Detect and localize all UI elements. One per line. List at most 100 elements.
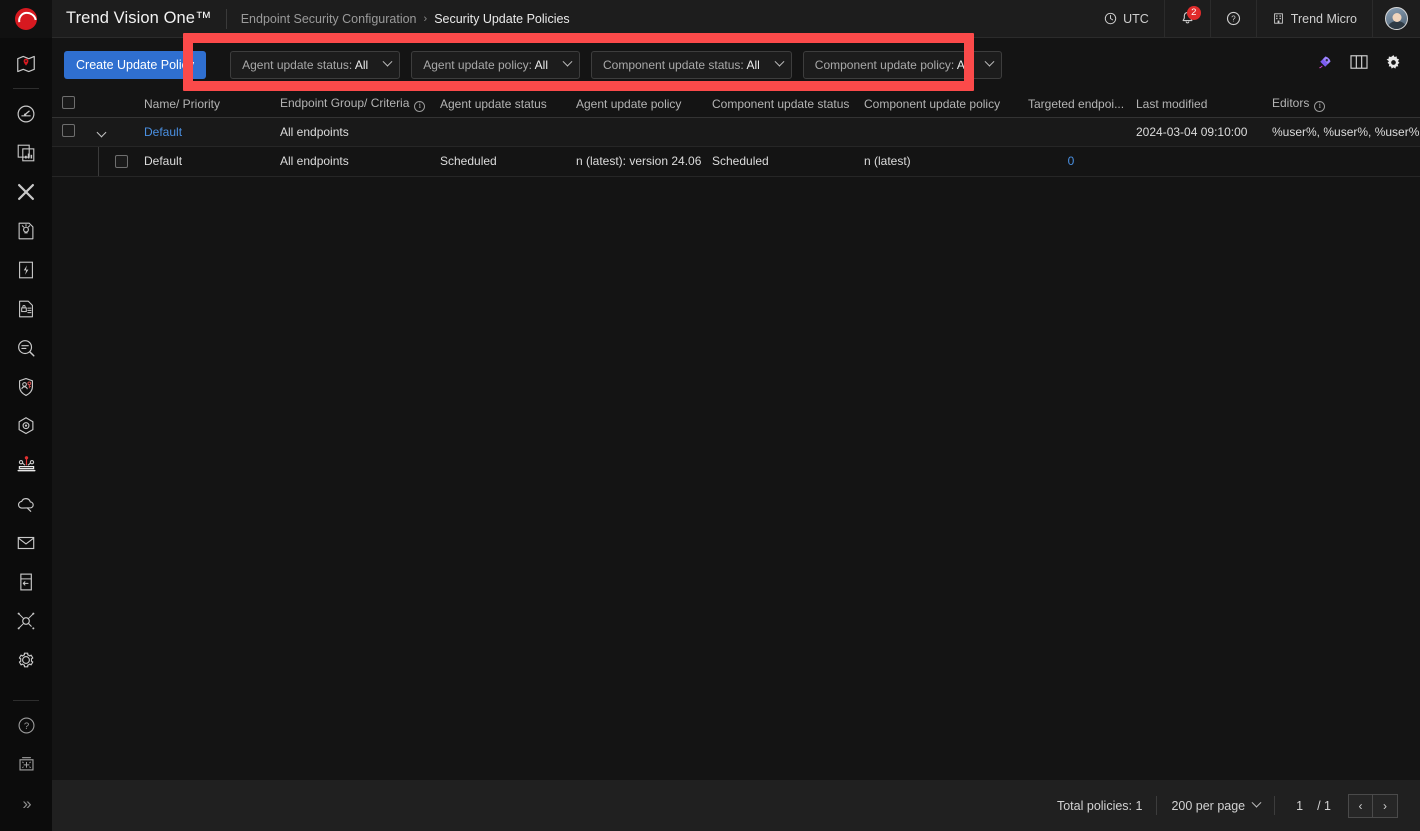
gear-icon	[1385, 54, 1402, 71]
filter-agent-update-policy-value: All	[535, 58, 548, 72]
endpoint-security-icon	[15, 453, 38, 476]
sidebar-item-search[interactable]	[0, 328, 52, 367]
organization-button[interactable]: Trend Micro	[1256, 0, 1372, 38]
customize-columns-button[interactable]	[1350, 54, 1368, 75]
logo-cell[interactable]	[0, 0, 52, 38]
cell-targeted-endpoints	[1028, 117, 1136, 146]
whats-new-button[interactable]	[1316, 54, 1333, 76]
policy-name-link[interactable]: Default	[134, 125, 182, 139]
sidebar-item-network-security[interactable]	[0, 601, 52, 640]
total-policies-label: Total policies: 1	[1057, 799, 1142, 813]
filter-component-update-status[interactable]: Component update status: All	[591, 51, 792, 79]
sidebar-item-mobile-security[interactable]	[0, 562, 52, 601]
filter-agent-update-policy-text: Agent update policy: All	[423, 58, 548, 72]
row-checkbox[interactable]	[115, 155, 128, 168]
sidebar-item-reports[interactable]	[0, 133, 52, 172]
breadcrumb-separator: ›	[424, 13, 428, 25]
toolbar-actions	[1316, 54, 1408, 76]
sidebar-bottom-group: ? ››	[0, 695, 52, 831]
sidebar-item-workflow-automation[interactable]	[0, 250, 52, 289]
select-all-checkbox[interactable]	[62, 96, 75, 109]
per-page-selector[interactable]: 200 per page	[1171, 799, 1260, 813]
header-expander	[98, 91, 134, 117]
sidebar-item-identity-security[interactable]	[0, 367, 52, 406]
table-settings-button[interactable]	[1385, 54, 1402, 76]
previous-page-button[interactable]: ‹	[1348, 794, 1373, 818]
sidebar-expand-button[interactable]: ››	[0, 784, 52, 823]
columns-icon	[1350, 54, 1368, 70]
xdr-icon	[15, 181, 37, 203]
breadcrumb-parent[interactable]: Endpoint Security Configuration	[241, 12, 417, 26]
header-agent-update-status[interactable]: Agent update status	[440, 91, 576, 117]
header-targeted-endpoints[interactable]: Targeted endpoi...	[1028, 91, 1136, 117]
sidebar-item-endpoint-security[interactable]	[0, 445, 52, 484]
row-select-cell	[52, 117, 98, 146]
header-last-modified[interactable]: Last modified	[1136, 91, 1272, 117]
header-divider	[226, 9, 227, 29]
notification-badge: 2	[1187, 6, 1201, 20]
question-circle-icon: ?	[1226, 11, 1241, 26]
search-inquiry-icon	[15, 337, 37, 359]
filter-component-update-status-text: Component update status: All	[603, 58, 760, 72]
targeted-endpoints-link[interactable]: 0	[1068, 154, 1075, 168]
sidebar-item-home[interactable]	[0, 44, 52, 83]
current-page-number[interactable]: 1	[1296, 799, 1303, 813]
info-icon[interactable]: i	[414, 101, 425, 112]
filter-agent-update-policy[interactable]: Agent update policy: All	[411, 51, 580, 79]
sidebar-bottom-divider	[13, 700, 39, 701]
cell-last-modified: 2024-03-04 09:10:00	[1136, 117, 1272, 146]
cell-endpoint-group: All endpoints	[280, 117, 440, 146]
header-component-update-policy[interactable]: Component update policy	[864, 91, 1028, 117]
sidebar-item-cloud-security[interactable]	[0, 484, 52, 523]
timezone-button[interactable]: UTC	[1089, 0, 1164, 38]
row-checkbox[interactable]	[62, 124, 75, 137]
security-document-lock-icon	[15, 298, 37, 320]
cell-editors	[1272, 146, 1420, 176]
dashboard-gauge-icon	[15, 103, 37, 125]
filter-component-update-policy-text: Component update policy: All	[815, 58, 970, 72]
cell-agent-update-status	[440, 117, 576, 146]
filter-component-update-status-value: All	[746, 58, 759, 72]
breadcrumb: Endpoint Security Configuration › Securi…	[241, 12, 570, 26]
cell-editors: %user%, %user%, %user%	[1272, 117, 1420, 146]
help-button[interactable]: ?	[1210, 0, 1256, 38]
sidebar-item-xdr[interactable]	[0, 172, 52, 211]
info-icon[interactable]: i	[1314, 101, 1325, 112]
sidebar-item-dashboards[interactable]	[0, 94, 52, 133]
notifications-button[interactable]: 2	[1164, 0, 1210, 38]
create-update-policy-button[interactable]: Create Update Policy	[64, 51, 206, 79]
chevron-down-icon	[1252, 798, 1262, 808]
sidebar-item-administration[interactable]	[0, 640, 52, 679]
next-page-button[interactable]: ›	[1373, 794, 1398, 818]
filter-agent-update-status[interactable]: Agent update status: All	[230, 51, 400, 79]
table-row[interactable]: Default All endpoints 2024-03-04 09:10:0…	[52, 117, 1420, 146]
reports-chart-icon	[15, 142, 37, 164]
chevron-down-icon	[774, 57, 784, 67]
header-agent-update-policy[interactable]: Agent update policy	[576, 91, 712, 117]
zero-trust-hexagon-icon	[15, 415, 37, 437]
cell-component-update-status: Scheduled	[712, 146, 864, 176]
chevron-down-icon[interactable]	[97, 127, 107, 137]
security-update-policies-table: Name/ Priority Endpoint Group/ Criteriai…	[52, 91, 1420, 177]
cell-last-modified	[1136, 146, 1272, 176]
header-endpoint-group-criteria[interactable]: Endpoint Group/ Criteriai	[280, 91, 440, 117]
avatar-button[interactable]	[1372, 0, 1420, 38]
header-name-priority[interactable]: Name/ Priority	[134, 91, 280, 117]
cell-agent-update-policy	[576, 117, 712, 146]
rocket-icon	[1316, 54, 1333, 71]
organization-name: Trend Micro	[1291, 12, 1357, 26]
sidebar-item-threat-intelligence[interactable]	[0, 211, 52, 250]
header-component-update-status[interactable]: Component update status	[712, 91, 864, 117]
sidebar-item-support[interactable]: ?	[0, 706, 52, 745]
table-row[interactable]: Default All endpoints Scheduled n (lates…	[52, 146, 1420, 176]
header-editors[interactable]: Editorsi	[1272, 91, 1420, 117]
email-security-icon	[15, 532, 37, 554]
sidebar-item-cyber-risk[interactable]	[0, 289, 52, 328]
sidebar-item-zero-trust[interactable]	[0, 406, 52, 445]
filter-component-update-policy[interactable]: Component update policy: All	[803, 51, 1002, 79]
sidebar-item-email-security[interactable]	[0, 523, 52, 562]
filter-agent-update-status-text: Agent update status: All	[242, 58, 368, 72]
cell-component-update-policy: n (latest)	[864, 146, 1028, 176]
sidebar-item-service-management[interactable]	[0, 745, 52, 784]
trend-micro-logo-icon	[15, 8, 37, 30]
